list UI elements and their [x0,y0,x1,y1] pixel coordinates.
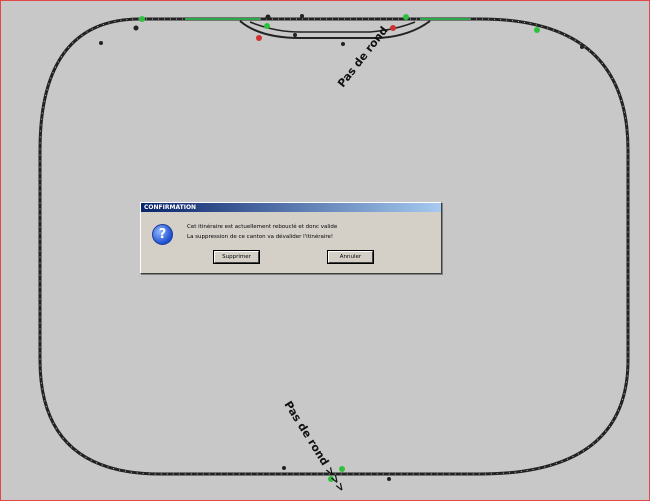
signal-icon[interactable] [580,45,584,49]
top-track-label: Pas de rond [335,24,390,90]
signal-icon[interactable] [300,14,304,18]
signal-icon[interactable] [341,42,345,46]
supprimer-button[interactable]: Supprimer [213,250,260,264]
signal-icon[interactable] [387,477,391,481]
signal-icon[interactable] [99,41,103,45]
signal-green-icon[interactable] [339,466,345,472]
signal-green-icon[interactable] [403,14,409,20]
bottom-track-label: Pas de rond >>> [281,399,348,495]
annuler-button[interactable]: Annuler [327,250,374,264]
signal-green-icon[interactable] [264,23,270,29]
signal-green-icon[interactable] [139,16,145,22]
signal-icon[interactable] [133,25,139,31]
signal-icon[interactable] [293,33,297,37]
signal-green-icon[interactable] [534,27,540,33]
signal-icon[interactable] [265,14,271,20]
signal-icon[interactable] [282,466,286,470]
signal-red-icon[interactable] [390,25,396,31]
dialog-message-line-2: La suppression de ce canton va dévalider… [187,234,334,240]
dialog-title[interactable]: CONFIRMATION [141,203,441,212]
confirmation-dialog: CONFIRMATION ? Cet itinéraire est actuel… [140,202,442,274]
signal-red-icon[interactable] [256,35,262,41]
dialog-message-line-1: Cet itinéraire est actuellement rebouclé… [187,224,338,230]
question-icon: ? [152,224,173,245]
